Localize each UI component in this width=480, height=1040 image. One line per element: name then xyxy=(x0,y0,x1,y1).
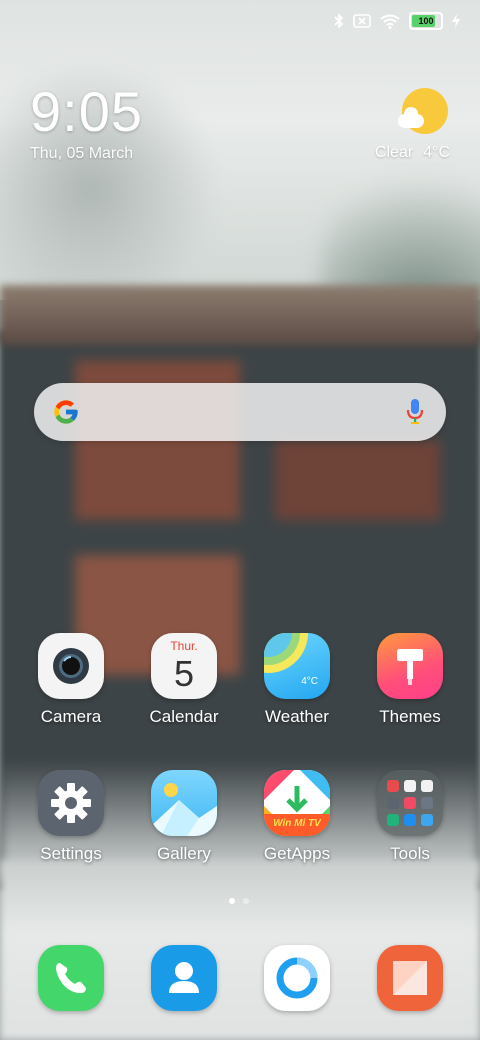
app-label: Calendar xyxy=(149,707,219,726)
weather-condition-text: Clear xyxy=(374,144,414,161)
gear-icon xyxy=(38,770,104,836)
battery-level: 100 xyxy=(418,16,434,26)
charging-icon xyxy=(452,14,460,28)
calendar-day-number: 5 xyxy=(173,653,195,694)
dock-contacts[interactable] xyxy=(136,945,232,1011)
app-label: Camera xyxy=(40,707,102,726)
no-sim-icon xyxy=(353,14,371,28)
app-label: Tools xyxy=(390,844,430,863)
tools-folder-icon xyxy=(377,770,443,836)
status-bar: 100 xyxy=(334,8,460,34)
weather-condition: Clear 4°C xyxy=(365,144,450,162)
app-label: Settings xyxy=(40,844,102,863)
weather-temperature: 4°C xyxy=(423,144,450,161)
app-gallery[interactable]: Gallery xyxy=(136,770,232,864)
weather-app-temp: 4°C xyxy=(301,676,318,687)
wifi-icon xyxy=(380,14,400,29)
browser-icon xyxy=(264,945,330,1011)
calendar-icon: Thur. 5 xyxy=(151,633,217,699)
weather-icon: 4°C xyxy=(264,633,330,699)
app-label: Themes xyxy=(379,707,441,726)
app-label: GetApps xyxy=(263,844,331,863)
dock-phone[interactable] xyxy=(23,945,119,1011)
battery-icon: 100 xyxy=(409,12,443,30)
getapps-icon: Win Mi TV xyxy=(264,770,330,836)
app-tools-folder[interactable]: Tools xyxy=(362,770,458,864)
google-g-icon xyxy=(52,398,80,431)
calendar-day-name: Thur. xyxy=(170,639,198,653)
mic-icon[interactable] xyxy=(406,398,424,431)
app-label: Gallery xyxy=(157,844,211,863)
dock-notes[interactable] xyxy=(362,945,458,1011)
page-dot-current xyxy=(229,898,235,904)
app-calendar[interactable]: Thur. 5 Calendar xyxy=(136,633,232,727)
bluetooth-icon xyxy=(334,13,344,29)
app-camera[interactable]: Camera xyxy=(23,633,119,727)
notes-icon xyxy=(377,945,443,1011)
google-search-bar[interactable] xyxy=(34,383,446,441)
app-label: Weather xyxy=(265,707,329,726)
clock-time: 9:05 xyxy=(30,80,143,143)
phone-icon xyxy=(38,945,104,1011)
app-weather[interactable]: 4°C Weather xyxy=(249,633,345,727)
contacts-icon xyxy=(151,945,217,1011)
app-getapps[interactable]: Win Mi TV GetApps xyxy=(249,770,345,864)
page-dot xyxy=(243,898,249,904)
page-indicator xyxy=(229,898,249,904)
app-themes[interactable]: Themes xyxy=(362,633,458,727)
clock-widget[interactable]: 9:05 Thu, 05 March xyxy=(30,80,143,164)
camera-icon xyxy=(38,633,104,699)
app-settings[interactable]: Settings xyxy=(23,770,119,864)
dock-browser[interactable] xyxy=(249,945,345,1011)
gallery-icon xyxy=(151,770,217,836)
getapps-banner: Win Mi TV xyxy=(273,818,321,829)
themes-icon xyxy=(377,633,443,699)
clock-date: Thu, 05 March xyxy=(30,145,134,162)
